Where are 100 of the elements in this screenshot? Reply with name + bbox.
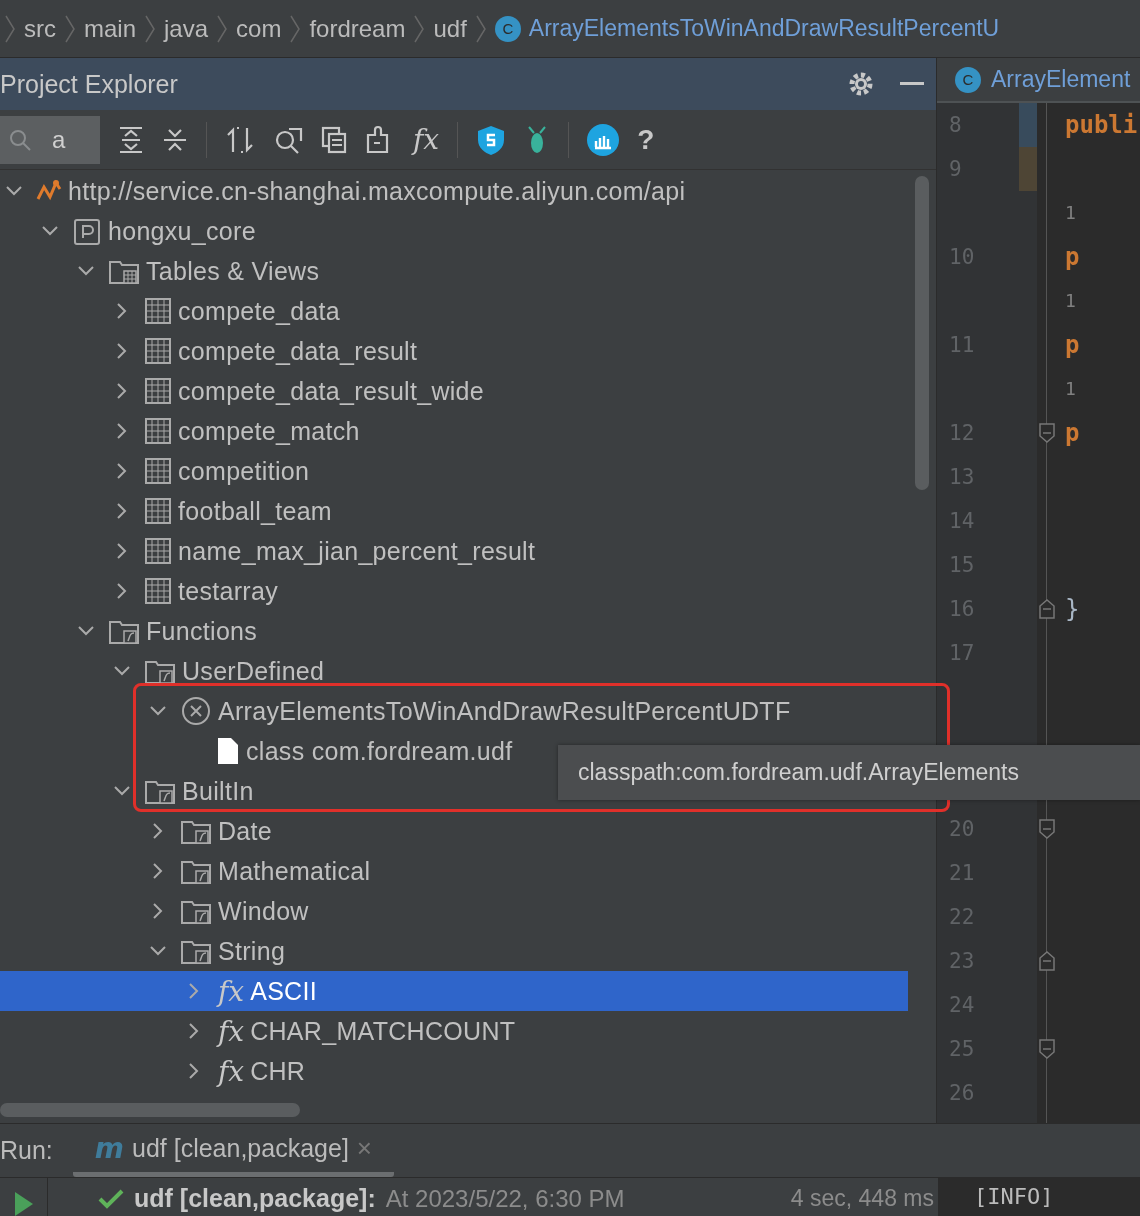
tree-label: Functions [146, 616, 258, 646]
code-text: publi [1064, 110, 1138, 141]
breadcrumb-item[interactable]: udf [433, 14, 467, 43]
tree-item[interactable]: compete_match [0, 411, 908, 451]
tree-label: testarray [178, 576, 278, 606]
fold-marker-icon[interactable] [1038, 818, 1056, 840]
function-button[interactable]: fx [413, 123, 440, 156]
breadcrumb-chevron-icon [64, 13, 76, 44]
tree-label: UserDefined [182, 656, 325, 686]
tree-item[interactable]: UserDefined [0, 651, 908, 691]
scrollbar[interactable] [915, 176, 929, 490]
tree-label: CHR [250, 1056, 306, 1086]
scrollbar[interactable] [0, 1103, 300, 1117]
minimize-icon[interactable] [900, 82, 924, 86]
error-circle-icon [180, 695, 212, 727]
play-icon[interactable] [12, 1190, 35, 1216]
tree-item[interactable]: hongxu_core [0, 211, 908, 251]
console-output: [INFO] [938, 1178, 1140, 1216]
tree-label: http://service.cn-shanghai.maxcompute.aliyun.com/api [68, 176, 686, 206]
tree-label: ASCII [250, 976, 317, 1006]
usage-hint: 1 [1064, 289, 1076, 313]
breadcrumb-chevron-icon [144, 13, 157, 44]
tooltip: classpath:com.fordream.udf.ArrayElements [558, 745, 1140, 800]
breadcrumb-item[interactable]: fordream [309, 14, 406, 43]
breadcrumb-chevron-icon [289, 13, 302, 44]
settings-icon[interactable] [848, 71, 874, 97]
run-duration: 4 sec, 448 ms [790, 1185, 935, 1212]
tree-item[interactable]: Mathematical [0, 851, 908, 891]
table-icon [144, 297, 172, 325]
breadcrumb-item[interactable]: ArrayElementsToWinAndDrawResultPercentU [528, 15, 1000, 42]
tree-label: compete_match [178, 416, 360, 446]
breadcrumb-item[interactable]: main [84, 14, 137, 43]
table-icon [144, 537, 172, 565]
run-result-title: udf [clean,package]: [134, 1184, 376, 1213]
breadcrumb-item[interactable]: java [164, 14, 209, 43]
shield-icon[interactable] [476, 123, 507, 156]
tree-item[interactable]: ArrayElementsToWinAndDrawResultPercentUDTF [0, 691, 908, 731]
run-tab-title: udf [clean,package] [132, 1133, 349, 1163]
tree-label: compete_data_result [178, 336, 418, 366]
tree-label: Mathematical [218, 856, 371, 886]
expand-all-icon[interactable] [118, 125, 144, 154]
table-icon [144, 377, 172, 405]
panel-title: Project Explorer [0, 69, 178, 99]
breadcrumb-item[interactable]: src [24, 14, 56, 43]
tree-item[interactable]: fx ASCII [0, 971, 908, 1011]
tree-item[interactable]: Window [0, 891, 908, 931]
class-icon: C [955, 66, 981, 93]
fold-marker-icon[interactable] [1038, 950, 1056, 972]
run-label: Run: [0, 1136, 53, 1165]
table-icon [144, 417, 172, 445]
table-icon [144, 337, 172, 365]
tree-label: compete_data [178, 296, 341, 326]
fold-marker-icon[interactable] [1038, 598, 1056, 620]
fold-marker-icon[interactable] [1038, 1038, 1056, 1060]
table-icon [144, 457, 172, 485]
help-button[interactable]: ? [637, 123, 655, 156]
tree-item[interactable]: fx CHR [0, 1051, 908, 1091]
breadcrumb-chevron-icon [4, 13, 16, 44]
tree-item[interactable]: compete_data_result_wide [0, 371, 908, 411]
tree-item[interactable]: testarray [0, 571, 908, 611]
project-icon [72, 216, 102, 246]
connection-icon [36, 179, 62, 203]
tree-label: compete_data_result_wide [178, 376, 484, 406]
code-text: p [1064, 418, 1080, 449]
tree-label: Tables & Views [146, 256, 320, 286]
tree-label: CHAR_MATCHCOUNT [250, 1016, 516, 1046]
tree-label: competition [178, 456, 310, 486]
tree-label: Date [218, 816, 272, 846]
breadcrumb-chevron-icon [474, 13, 487, 44]
tree-item[interactable]: http://service.cn-shanghai.maxcompute.aliyun.com/api [0, 171, 908, 211]
tree-label: class com.fordream.udf [246, 736, 513, 766]
code-text: p [1064, 242, 1080, 273]
tree-item[interactable]: football_team [0, 491, 908, 531]
code-text: } [1064, 594, 1080, 625]
tree-item[interactable]: compete_data_result [0, 331, 908, 371]
tree-label: BuiltIn [182, 776, 254, 806]
tree-item[interactable]: fx CHAR_MATCHCOUNT [0, 1011, 908, 1051]
file-icon [216, 737, 240, 765]
tree-item[interactable]: name_max_jian_percent_result [0, 531, 908, 571]
class-icon: C [494, 15, 521, 42]
chart-icon[interactable] [587, 123, 620, 156]
function-icon: fx [218, 1054, 245, 1088]
tree-item[interactable]: Date [0, 811, 908, 851]
editor-tab[interactable]: C ArrayElement [937, 58, 1140, 103]
tree-item[interactable]: competition [0, 451, 908, 491]
tree-item[interactable]: String [0, 931, 908, 971]
fold-marker-icon[interactable] [1038, 422, 1056, 444]
search-field[interactable]: a [0, 115, 100, 164]
tree-item[interactable]: Functions [0, 611, 908, 651]
tree-item[interactable]: Tables & Views [0, 251, 908, 291]
search-icon [8, 127, 32, 152]
tree-label: name_max_jian_percent_result [178, 536, 536, 566]
tree-item[interactable]: compete_data [0, 291, 908, 331]
tree-label: football_team [178, 496, 332, 526]
run-tab[interactable]: m udf [clean,package] × [72, 1124, 394, 1177]
copy-icon[interactable] [321, 125, 347, 154]
code-text: p [1064, 330, 1080, 361]
breadcrumb-item[interactable]: com [236, 14, 282, 43]
table-icon [144, 577, 172, 605]
tree-label: ArrayElementsToWinAndDrawResultPercentUDTF [218, 696, 791, 726]
